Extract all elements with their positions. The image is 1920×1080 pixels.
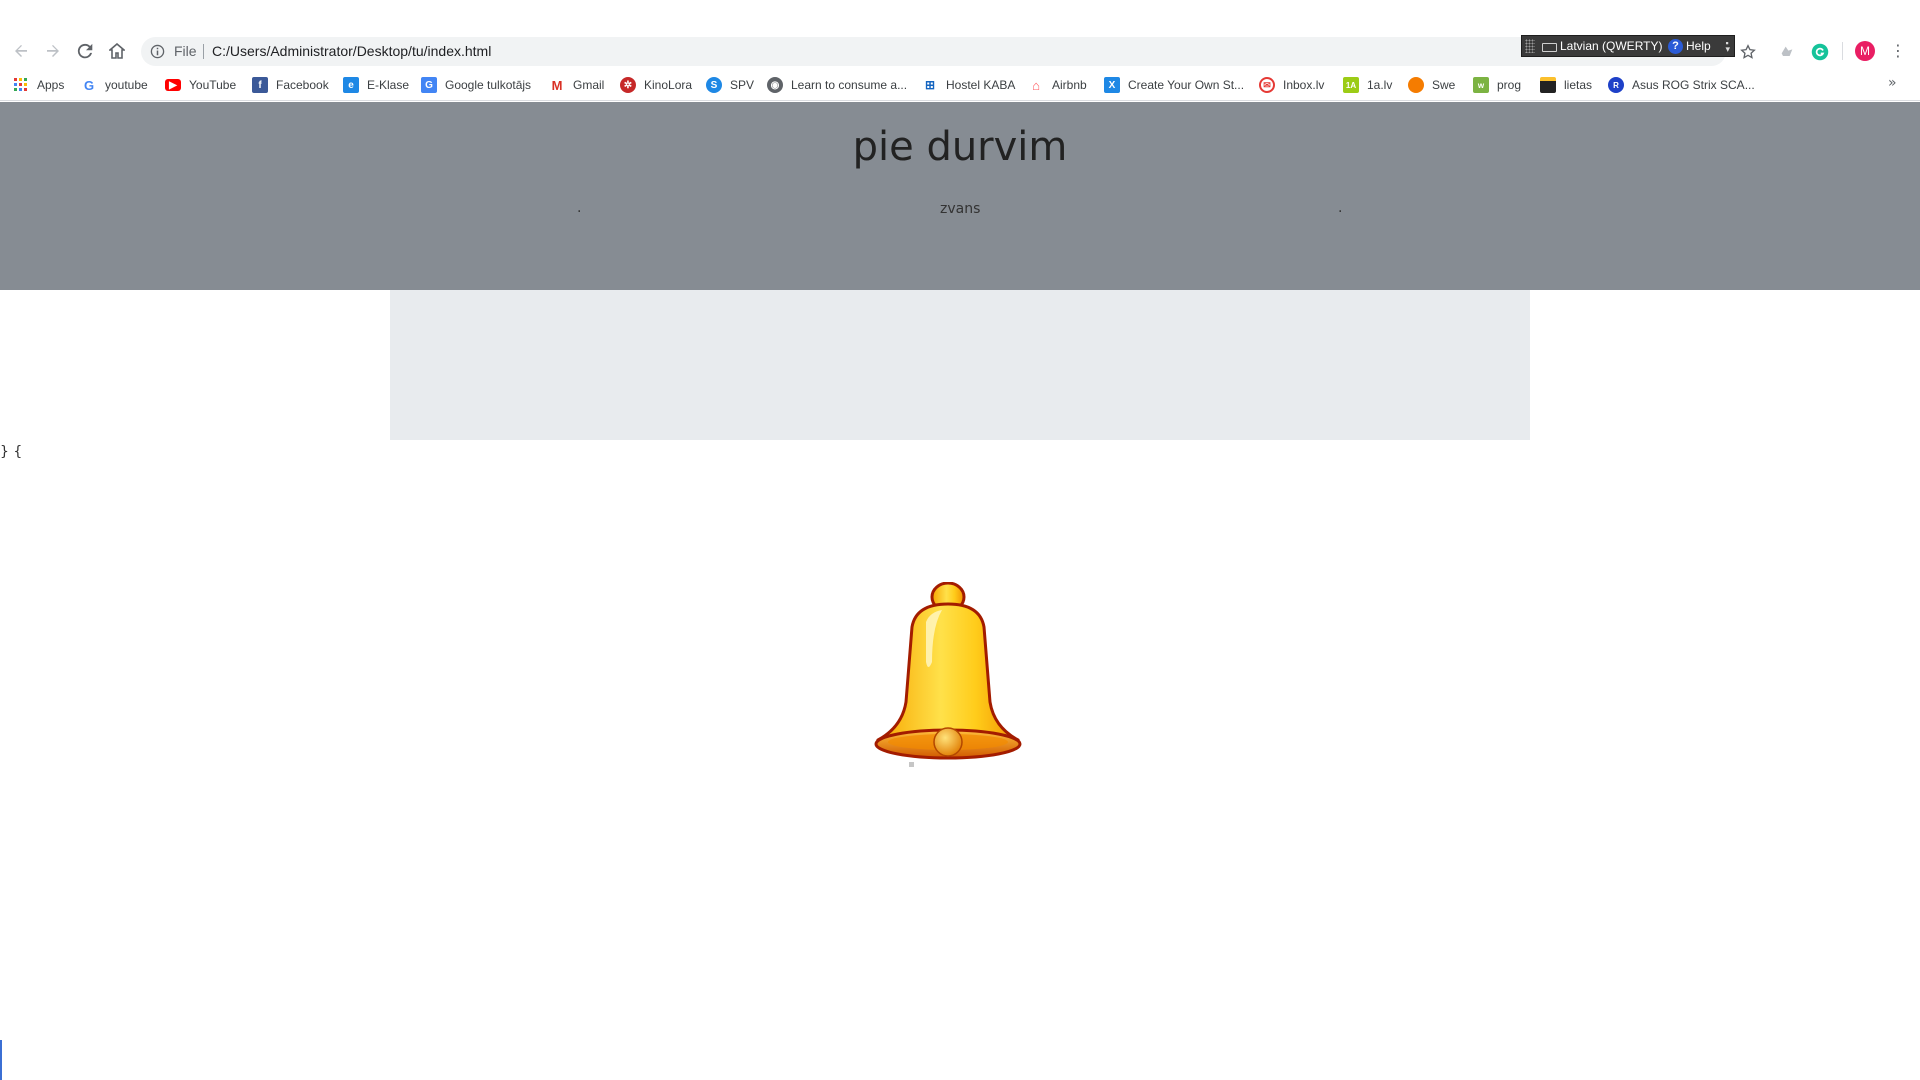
extension-icon[interactable] — [1779, 44, 1795, 60]
bookmark-kinolora[interactable]: ✲ KinoLora — [620, 75, 692, 95]
address-bar[interactable]: File C:/Users/Administrator/Desktop/tu/i… — [141, 37, 1726, 66]
bookmark-learn[interactable]: ◉ Learn to consume a... — [767, 75, 907, 95]
bookmark-star-icon[interactable] — [1740, 44, 1756, 60]
asus-icon: R — [1608, 77, 1624, 93]
bookmark-label: youtube — [105, 78, 148, 92]
content-panel — [390, 290, 1530, 440]
window-edge — [0, 1040, 2, 1080]
reload-icon — [77, 43, 93, 59]
bookmark-prog[interactable]: w prog — [1473, 75, 1521, 95]
forward-button[interactable] — [40, 38, 66, 64]
bookmark-label: Inbox.lv — [1283, 78, 1325, 92]
bookmark-label: 1a.lv — [1367, 78, 1393, 92]
hostel-icon: ⊞ — [924, 78, 936, 92]
bell-icon[interactable] — [868, 582, 1028, 772]
apps-grid-icon — [13, 77, 29, 93]
airbnb-icon: ⌂ — [1032, 77, 1040, 93]
forward-arrow-icon — [47, 45, 59, 57]
stray-text: } { — [0, 444, 23, 460]
bookmark-label: Hostel KABA — [946, 78, 1016, 92]
bookmark-label: Learn to consume a... — [791, 78, 908, 92]
swe-icon — [1408, 77, 1424, 93]
page-content: pie durvim . zvans . } { — [0, 102, 1920, 1080]
bookmark-create[interactable]: X Create Your Own St... — [1104, 75, 1244, 95]
bookmark-google-translate[interactable]: G Google tulkotājs — [421, 75, 531, 95]
bookmark-asus[interactable]: R Asus ROG Strix SCA... — [1608, 75, 1755, 95]
profile-avatar[interactable]: M — [1855, 41, 1875, 61]
google-icon: G — [83, 77, 95, 93]
bookmark-inbox[interactable]: ✉ Inbox.lv — [1259, 75, 1324, 95]
bookmark-label: Swe — [1432, 78, 1456, 92]
inbox-icon: ✉ — [1259, 77, 1275, 93]
youtube-icon: ▶ — [165, 79, 181, 91]
bookmark-label: Apps — [37, 78, 65, 92]
bookmark-spv[interactable]: S SPV — [706, 75, 754, 95]
help-icon[interactable]: ? — [1668, 39, 1683, 54]
kinolora-icon: ✲ — [620, 77, 636, 93]
bookmark-label: Asus ROG Strix SCA... — [1632, 78, 1755, 92]
bookmark-label: prog — [1497, 78, 1522, 92]
page-header: pie durvim . zvans . — [0, 102, 1920, 290]
nav-dot-left: . — [577, 200, 582, 216]
drag-handle-icon[interactable] — [1525, 39, 1535, 53]
info-icon[interactable] — [150, 44, 165, 59]
address-separator — [203, 44, 204, 59]
bookmark-label: Google tulkotājs — [445, 78, 532, 92]
bookmark-label: Facebook — [276, 78, 329, 92]
page-title: pie durvim — [852, 124, 1068, 170]
options-icon[interactable]: ▪ ▾ — [1725, 39, 1730, 54]
eklase-icon: e — [343, 77, 359, 93]
prog-icon: w — [1473, 77, 1489, 93]
bookmark-eklase[interactable]: e E-Klase — [343, 75, 409, 95]
more-bookmarks-icon[interactable]: » — [1888, 75, 1897, 91]
bookmark-label: Gmail — [573, 78, 605, 92]
language-label[interactable]: Latvian (QWERTY) — [1560, 39, 1662, 53]
1a-icon: 1A — [1343, 77, 1359, 93]
bookmark-label: KinoLora — [644, 78, 693, 92]
bookmark-hostel-kaba[interactable]: ⊞ Hostel KABA — [922, 75, 1015, 95]
bookmark-youtube[interactable]: ▶ YouTube — [165, 75, 236, 95]
bookmarks-bar: Apps G youtube ▶ YouTube f Facebook e E-… — [0, 69, 1920, 101]
spv-icon: S — [706, 77, 722, 93]
bookmark-label: E-Klase — [367, 78, 410, 92]
gmail-icon: M — [551, 77, 563, 93]
help-label[interactable]: Help — [1686, 39, 1711, 53]
create-icon: X — [1104, 77, 1120, 93]
grammarly-icon[interactable] — [1811, 43, 1829, 61]
facebook-icon: f — [252, 77, 268, 93]
address-url[interactable]: C:/Users/Administrator/Desktop/tu/index.… — [212, 43, 491, 59]
language-bar[interactable]: Latvian (QWERTY) ? Help ▪ ▾ — [1521, 35, 1735, 57]
bookmark-label: SPV — [730, 78, 755, 92]
reload-button[interactable] — [72, 38, 98, 64]
small-marker — [909, 762, 914, 767]
bookmark-label: Create Your Own St... — [1128, 78, 1245, 92]
address-scheme-label: File — [174, 43, 197, 59]
toolbar-divider — [1842, 42, 1843, 60]
bookmark-label: Airbnb — [1052, 78, 1087, 92]
home-icon — [109, 43, 125, 59]
nav-dot-right: . — [1338, 200, 1343, 216]
bookmark-airbnb[interactable]: ⌂ Airbnb — [1028, 75, 1087, 95]
bookmark-label: lietas — [1564, 78, 1593, 92]
bookmark-youtube-search[interactable]: G youtube — [81, 75, 148, 95]
back-button[interactable] — [8, 38, 34, 64]
home-button[interactable] — [104, 38, 130, 64]
bookmark-apps[interactable]: Apps — [13, 75, 64, 95]
back-arrow-icon — [15, 45, 27, 57]
bookmark-lietas[interactable]: lietas — [1540, 75, 1592, 95]
globe-icon: ◉ — [767, 77, 783, 93]
google-translate-icon: G — [421, 77, 437, 93]
bookmark-1a[interactable]: 1A 1a.lv — [1343, 75, 1392, 95]
keyboard-icon — [1542, 43, 1557, 52]
lietas-icon — [1540, 77, 1556, 93]
nav-link-zvans[interactable]: zvans — [940, 201, 980, 217]
bookmark-label: YouTube — [189, 78, 237, 92]
bookmark-gmail[interactable]: M Gmail — [549, 75, 605, 95]
browser-menu-icon[interactable]: ⋮ — [1890, 40, 1906, 62]
bookmark-facebook[interactable]: f Facebook — [252, 75, 329, 95]
bookmark-swe[interactable]: Swe — [1408, 75, 1455, 95]
